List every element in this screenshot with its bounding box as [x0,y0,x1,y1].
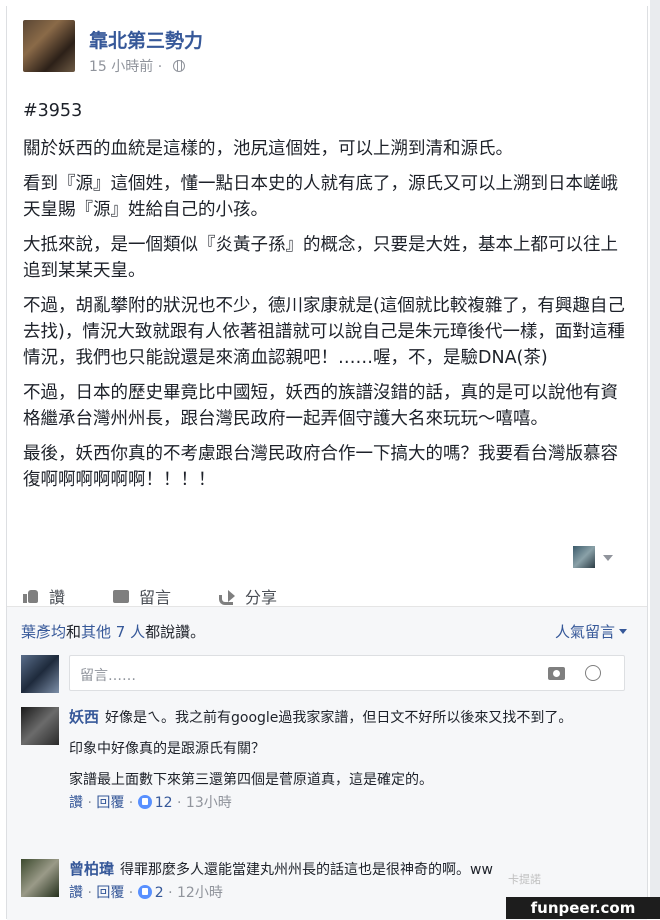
comment-reply-button[interactable]: 回覆 [96,885,124,901]
comment-label: 留言 [139,588,172,607]
page-name-link[interactable]: 靠北第三勢力 [89,26,203,53]
share-label: 分享 [245,588,278,607]
thumbs-up-icon [137,885,152,899]
emoji-icon[interactable] [585,665,601,681]
comment-time[interactable]: 13小時 [186,795,232,811]
post-paragraph: 不過，日本的歷史畢竟比中國短，妖西的族譜沒錯的話，真的是可以說他有資格繼承台灣州… [23,383,618,429]
post-body: #3953 關於妖西的血統是這樣的，池尻這個姓，可以上溯到清和源氏。 看到『源』… [23,98,633,502]
like-button[interactable]: 讚 [23,584,65,608]
post-paragraph: 看到『源』這個姓，懂一點日本史的人就有底了，源氏又可以上溯到日本嵯峨天皇賜『源』… [23,174,618,220]
watermark-small-text: 卡提諾 [508,873,541,886]
post-paragraph: 不過，胡亂攀附的狀況也不少，德川家康就是(這個就比較複雜了，有興趣自己去找)，情… [23,296,625,368]
post-paragraph: 最後，妖西你真的不考慮跟台灣民政府合作一下搞大的嗎？我要看台灣版慕容復啊啊啊啊啊… [23,444,618,490]
comment-author-link[interactable]: 妖西 [69,708,99,726]
comment-input[interactable]: 留言…… [69,655,625,691]
comment-paragraph: 妖西 好像是ㄟ。我之前有google過我家家譜，但日文不好所以後來又找不到了。 [69,707,621,729]
share-icon [219,589,236,605]
comment-like-count[interactable]: 12 [155,795,173,811]
comment-body: 妖西 好像是ㄟ。我之前有google過我家家譜，但日文不好所以後來又找不到了。 印… [69,707,621,814]
likes-others-link[interactable]: 其他 7 人 [81,623,145,641]
comment-text: 妖西 好像是ㄟ。我之前有google過我家家譜，但日文不好所以後來又找不到了。 印… [69,707,621,791]
like-label: 讚 [49,588,66,607]
comment-author-link[interactable]: 曾柏瑋 [69,860,114,878]
comment-paragraph: 家譜最上面數下來第三還第四個是菅原道真，這是確定的。 [69,772,433,788]
comment-reply-button[interactable]: 回覆 [96,795,124,811]
comment-like-button[interactable]: 讚 [69,795,83,811]
post-timestamp[interactable]: 15 小時前 · [89,59,162,75]
comment-meta: 讚 · 回覆 · 12 · 13小時 [69,795,232,811]
avatar[interactable] [21,859,59,897]
post-paragraph: 大抵來說，是一個類似『炎黃子孫』的概念，只要是大姓，基本上都可以往上追到某某天皇… [23,235,618,281]
comment-paragraph: 印象中好像真的是跟源氏有關？ [69,741,265,757]
comments-section: 葉彥均和其他 7 人都說讚。 人氣留言 留言…… 妖西 好像是ㄟ。我之前有goog… [7,606,647,920]
comment-icon [113,589,130,603]
thumbs-up-icon [23,589,39,603]
watermark-site: funpeer.com [506,897,660,919]
comment-paragraph-text: 得罪那麼多人還能當建丸州州長的話這也是很神奇的啊。ww [120,862,493,878]
likes-and: 和 [66,623,82,641]
comment-sort-dropdown[interactable]: 人氣留言 [555,621,627,642]
comment-paragraph-text: 好像是ㄟ。我之前有google過我家家譜，但日文不好所以後來又找不到了。 [105,710,573,726]
post-meta: 15 小時前 · [89,56,185,76]
camera-icon[interactable] [548,667,565,680]
comment-input-placeholder: 留言…… [80,668,136,684]
page-background-strip [650,0,660,919]
comment-like-button[interactable]: 讚 [69,885,83,901]
share-button[interactable]: 分享 [219,584,277,608]
liker-name-link[interactable]: 葉彥均 [21,623,66,641]
chevron-down-icon[interactable] [603,555,613,561]
page-avatar[interactable] [23,20,75,72]
likes-suffix: 都說讚。 [145,623,206,641]
avatar [21,655,59,693]
post-as-avatar[interactable] [573,546,595,568]
post-paragraph: 關於妖西的血統是這樣的，池尻這個姓，可以上溯到清和源氏。 [23,139,513,159]
likes-summary: 葉彥均和其他 7 人都說讚。 [21,621,205,642]
post-paragraph: #3953 [23,101,83,121]
avatar[interactable] [21,707,59,745]
comment-button[interactable]: 留言 [113,584,171,608]
globe-icon [172,60,185,72]
comment-like-count[interactable]: 2 [155,885,164,901]
comment-time[interactable]: 12小時 [177,885,223,901]
thumbs-up-icon [137,795,152,809]
